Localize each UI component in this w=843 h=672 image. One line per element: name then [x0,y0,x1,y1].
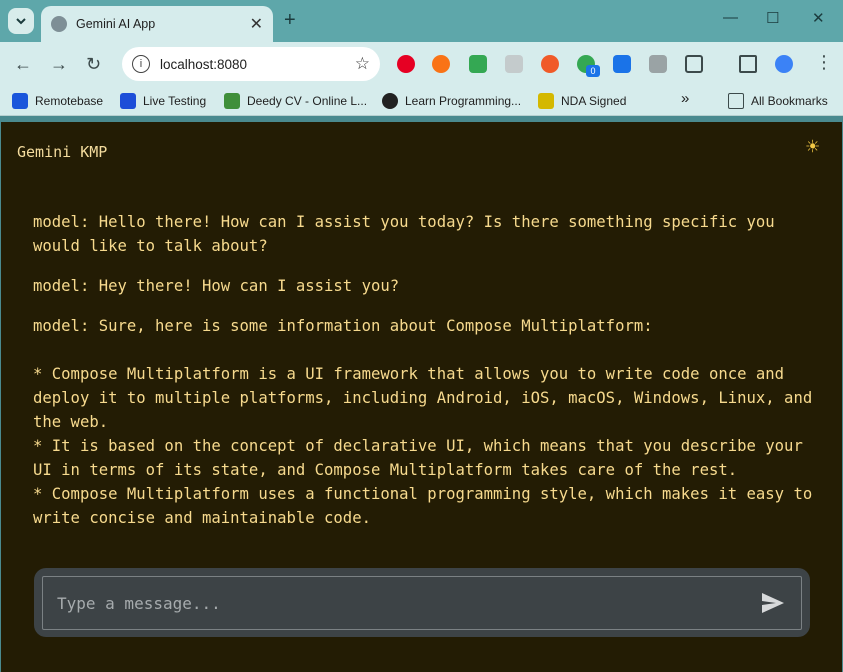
remotebase-icon [12,93,28,109]
bookmark-remotebase[interactable]: Remotebase [12,93,103,109]
back-icon[interactable]: ← [14,54,32,75]
window-close-icon[interactable]: ✕ [812,9,825,27]
maximize-icon[interactable]: ☐ [766,9,779,27]
vpn-shield-icon[interactable] [613,55,631,73]
bookmark-label: NDA Signed [561,94,627,108]
pinterest-icon[interactable] [397,55,415,73]
menu-kebab-icon[interactable]: ⋮ [815,52,833,73]
chevron-down-icon [16,18,26,25]
extension-badge: 0 [586,65,600,77]
bookmark-live-testing[interactable]: Live Testing [120,93,206,109]
tab-title: Gemini AI App [76,17,156,31]
u-icon[interactable] [505,55,523,73]
app-title: Gemini KMP [17,143,108,161]
bookmark-learn-programming[interactable]: Learn Programming... [382,93,521,109]
theme-toggle-sun-icon[interactable]: ☀ [806,135,819,160]
shield-check-icon[interactable] [469,55,487,73]
tab-strip: Gemini AI App ✕ + — ☐ ✕ [0,0,843,42]
bookmark-nda-signed[interactable]: NDA Signed [538,93,626,109]
address-bar[interactable]: i localhost:8080 ☆ [122,47,380,81]
minimize-icon[interactable]: — [723,9,738,26]
url-text: localhost:8080 [160,56,248,72]
all-bookmarks-button[interactable]: All Bookmarks [728,93,828,109]
bookmark-label: Live Testing [143,94,207,108]
profile-avatar[interactable] [775,55,793,73]
message-input-box [42,576,802,630]
bookmarks-overflow-button[interactable]: » [681,90,689,107]
all-bookmarks-label: All Bookmarks [751,94,828,108]
download-icon [538,93,554,109]
bookmarks-bar: Remotebase Live Testing Deedy CV - Onlin… [0,86,843,116]
learn-programming-icon [382,93,398,109]
deedy-cv-icon [224,93,240,109]
message-list[interactable]: model: Hello there! How can I assist you… [33,210,823,552]
bookmark-deedy-cv[interactable]: Deedy CV - Online L... [224,93,367,109]
globe-icon [51,16,67,32]
send-icon [762,593,784,613]
tab-search-button[interactable] [8,8,34,34]
message-composer [34,568,810,637]
extensions-puzzle-icon[interactable] [685,55,703,73]
close-tab-icon[interactable]: ✕ [250,14,263,34]
reload-icon[interactable]: ↻ [86,54,101,75]
message-item: model: Sure, here is some information ab… [33,317,813,527]
bookmark-label: Remotebase [35,94,104,108]
sync-icon[interactable] [432,55,450,73]
message-item: model: Hey there! How can I assist you? [33,277,400,295]
send-button[interactable] [753,583,793,623]
camera-icon[interactable] [649,55,667,73]
browser-tab[interactable]: Gemini AI App ✕ [41,6,273,42]
app-window: Gemini KMP ☀ model: Hello there! How can… [1,122,842,672]
live-testing-icon [120,93,136,109]
message-item: model: Hello there! How can I assist you… [33,213,785,255]
tampermonkey-icon[interactable] [541,55,559,73]
bookmark-label: Learn Programming... [405,94,522,108]
bookmark-star-icon[interactable]: ☆ [355,54,370,74]
new-tab-button[interactable]: + [284,9,296,32]
browser-toolbar: ← → ↻ i localhost:8080 ☆ ⋮ [0,42,843,86]
folder-icon [728,93,744,109]
message-input[interactable] [43,577,753,629]
bookmark-label: Deedy CV - Online L... [247,94,368,108]
forward-icon[interactable]: → [50,54,68,75]
site-info-icon[interactable]: i [132,55,150,73]
side-panel-icon[interactable] [739,55,757,73]
